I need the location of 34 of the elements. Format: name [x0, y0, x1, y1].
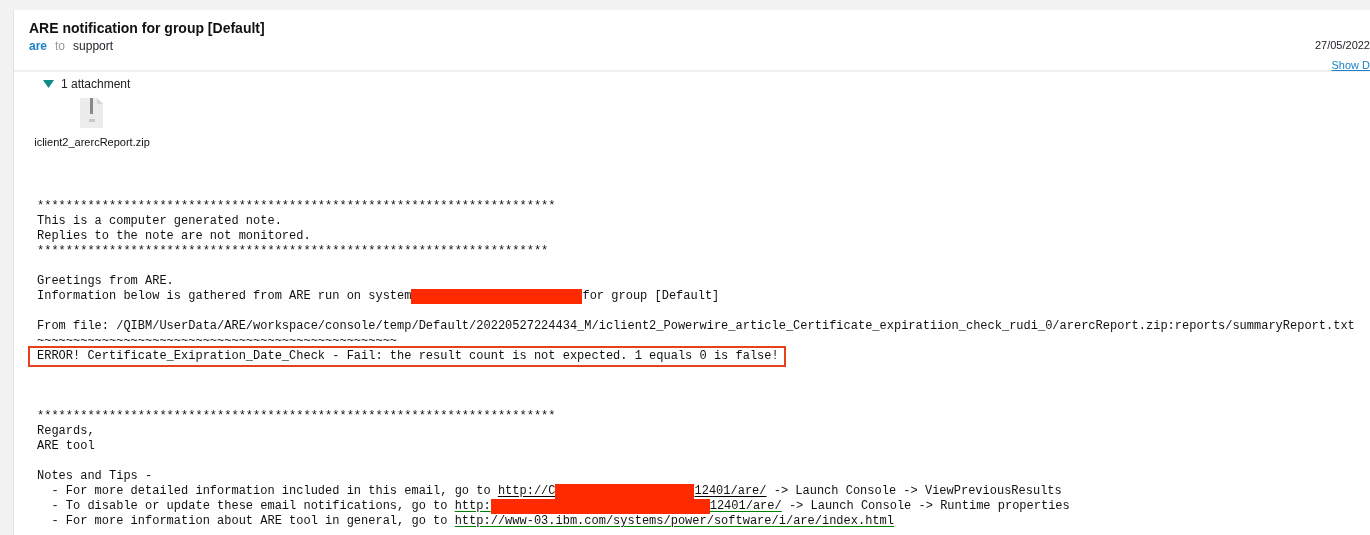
show-details-link[interactable]: Show D: [1331, 56, 1370, 73]
body-line: From file: /QIBM/UserData/ARE/workspace/console/temp/Default/20220527224434_M/iclient2_Powerwire_article_Certificate_expiratiion_check_rudi_0/arercReport.zip:reports/summaryReport.txt: [37, 318, 1355, 334]
body-text: -> Launch Console -> ViewPreviousResults: [772, 483, 1062, 499]
body-line: This is a computer generated note.: [37, 213, 282, 229]
body-line: ~~~~~~~~~~~~~~~~~~~~~~~~~~~~~~~~~~~~~~~~~~~~~~~~~~: [37, 333, 398, 349]
body-text: - For more detailed information included in this email, go to: [50, 483, 492, 499]
recipient-name: support: [73, 38, 114, 55]
email-subject: ARE notification for group [Default]: [29, 19, 265, 37]
body-line: Greetings from ARE.: [37, 273, 174, 289]
body-line: ************************************************************************: [37, 408, 556, 424]
body-text: - For more information about ARE tool in general, go to: [50, 513, 449, 529]
body-text: - To disable or update these email notifications, go to: [50, 498, 449, 514]
body-line: Notes and Tips -: [37, 468, 153, 484]
email-date: 27/05/2022: [1314, 38, 1370, 53]
body-text: for group [Default]: [582, 288, 720, 304]
body-line: Regards,: [37, 423, 95, 439]
zip-file-icon[interactable]: [80, 98, 104, 128]
error-message: ERROR! Certificate_Exipration_Date_Check - Fail: the result count is not expected. 1 equals 0 is false!: [37, 348, 779, 363]
to-label: to: [55, 38, 66, 55]
url-link[interactable]: http:: [454, 498, 491, 514]
body-line: Replies to the note are not monitored.: [37, 228, 311, 244]
attachment-count: 1 attachment: [61, 76, 131, 93]
body-text: -> Launch Console -> Runtime properties: [787, 498, 1070, 514]
body-text: Information below is gathered from ARE run on system: [37, 288, 412, 304]
collapse-triangle-icon[interactable]: [43, 80, 54, 88]
body-line: ARE tool: [37, 438, 95, 454]
body-line: ************************************************************************: [37, 198, 556, 214]
sender-name[interactable]: are: [29, 37, 48, 55]
url-link[interactable]: 12401/are/: [709, 498, 782, 514]
body-line: ***********************************************************************: [37, 243, 549, 259]
attachment-name[interactable]: iclient2_arercReport.zip: [34, 134, 150, 151]
url-link[interactable]: 12401/are/: [694, 483, 767, 499]
url-link[interactable]: http://C: [497, 483, 556, 499]
url-link[interactable]: http://www-03.ibm.com/systems/power/software/i/are/index.html: [454, 513, 894, 529]
